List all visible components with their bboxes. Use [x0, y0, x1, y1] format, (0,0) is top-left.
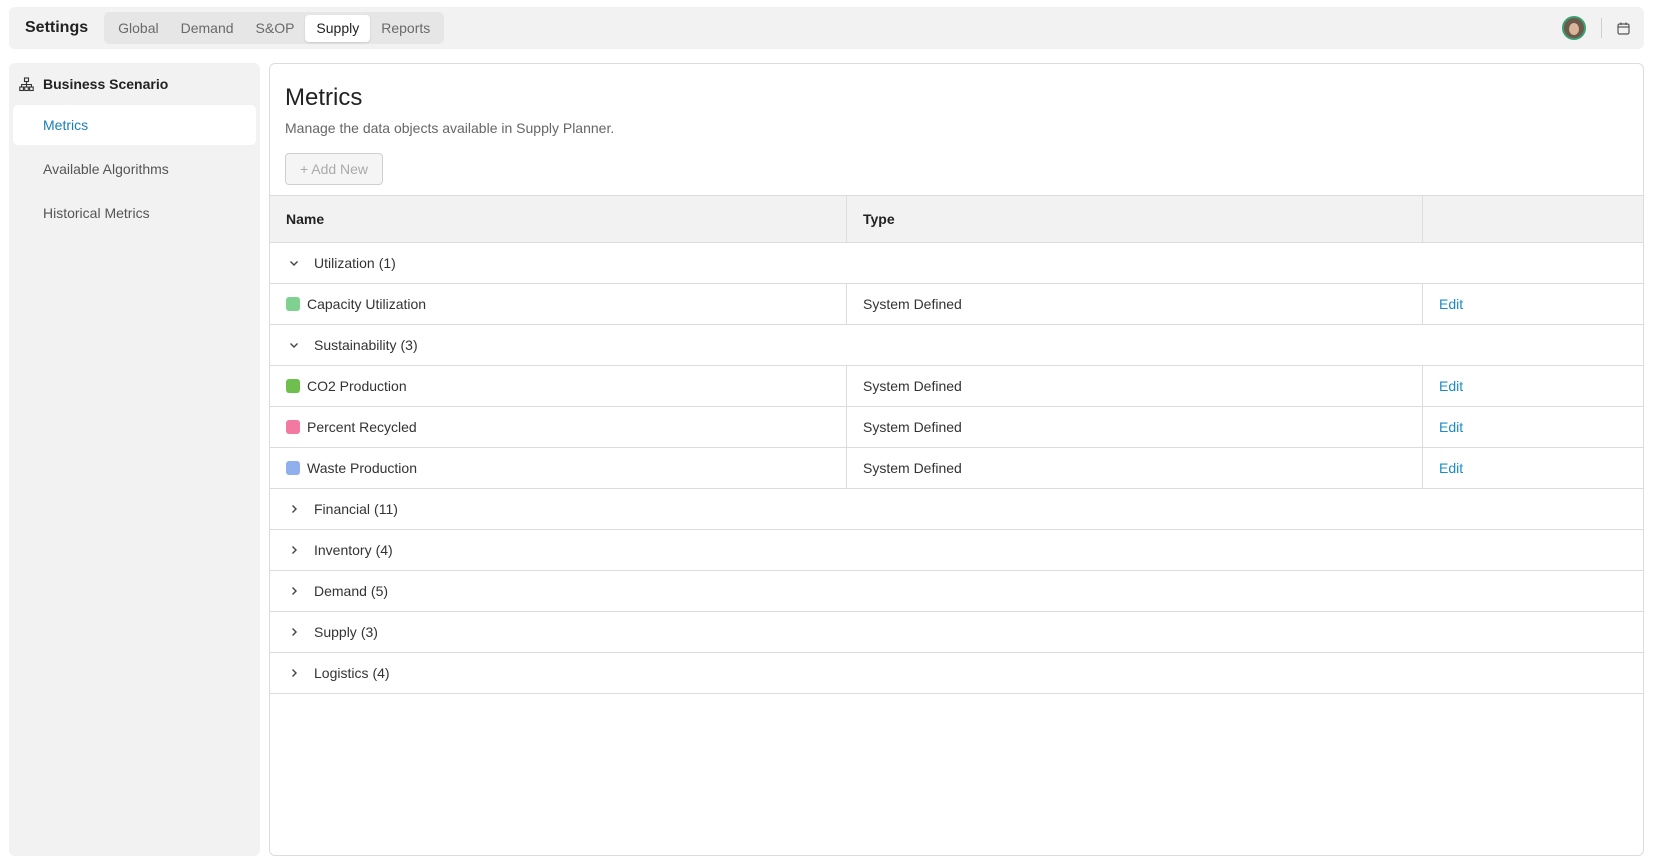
metric-type: System Defined	[847, 448, 1423, 488]
group-name: Supply	[314, 624, 357, 640]
chevron-right-icon[interactable]	[286, 583, 302, 599]
metric-name: Percent Recycled	[307, 419, 417, 435]
tab-supply[interactable]: Supply	[305, 14, 371, 42]
group-row-utilization[interactable]: Utilization (1)	[270, 243, 1643, 284]
calendar-icon[interactable]	[1616, 21, 1630, 35]
group-row-inventory[interactable]: Inventory (4)	[270, 530, 1643, 571]
actions-cell: Edit	[1423, 366, 1643, 406]
app-title: Settings	[25, 19, 89, 36]
add-new-button[interactable]: + Add New	[285, 153, 383, 185]
tab-reports[interactable]: Reports	[370, 15, 441, 42]
group-row-financial[interactable]: Financial (11)	[270, 489, 1643, 530]
edit-link[interactable]: Edit	[1439, 419, 1463, 435]
divider	[1601, 18, 1602, 38]
group-count: (3)	[400, 337, 418, 353]
avatar-face-icon	[1569, 23, 1579, 35]
metric-name: Capacity Utilization	[307, 296, 427, 312]
sidebar-item-historical-metrics[interactable]: Historical Metrics	[13, 193, 256, 233]
group-name: Financial	[314, 501, 371, 517]
chevron-down-icon[interactable]	[286, 255, 302, 271]
topbar-actions	[1562, 7, 1630, 49]
column-header-actions	[1423, 196, 1643, 242]
table-row: Waste Production System Defined Edit	[270, 448, 1643, 489]
metric-type: System Defined	[847, 284, 1423, 324]
group-count: (1)	[378, 255, 396, 271]
hierarchy-icon	[19, 76, 35, 92]
sidebar: Business Scenario Metrics Available Algo…	[9, 63, 260, 856]
group-name: Inventory	[314, 542, 372, 558]
metric-name: CO2 Production	[307, 378, 407, 394]
sidebar-section-business-scenario: Business Scenario	[9, 63, 260, 105]
group-count: (4)	[372, 665, 390, 681]
group-count: (5)	[370, 583, 389, 599]
chevron-right-icon[interactable]	[286, 542, 302, 558]
group-name: Logistics	[314, 665, 369, 681]
table-row: Capacity Utilization System Defined Edit	[270, 284, 1643, 325]
chevron-right-icon[interactable]	[286, 665, 302, 681]
table-body: Utilization (1) Capacity Utilization System…	[270, 243, 1643, 694]
sidebar-section-label: Business Scenario	[43, 76, 169, 92]
metric-type: System Defined	[847, 366, 1423, 406]
main-panel: Metrics Manage the data objects availabl…	[269, 63, 1644, 856]
tab-global[interactable]: Global	[107, 15, 169, 42]
color-swatch	[286, 379, 300, 393]
table-row: CO2 Production System Defined Edit	[270, 366, 1643, 407]
color-swatch	[286, 420, 300, 434]
actions-cell: Edit	[1423, 284, 1643, 324]
edit-link[interactable]: Edit	[1439, 460, 1463, 476]
sidebar-item-available-algorithms[interactable]: Available Algorithms	[13, 149, 256, 189]
sidebar-item-metrics[interactable]: Metrics	[13, 105, 256, 145]
chevron-down-icon[interactable]	[286, 337, 302, 353]
column-header-name[interactable]: Name	[270, 196, 847, 242]
tab-sop[interactable]: S&OP	[245, 15, 306, 42]
table-row: Percent Recycled System Defined Edit	[270, 407, 1643, 448]
chevron-right-icon[interactable]	[286, 501, 302, 517]
top-bar: Settings Global Demand S&OP Supply Repor…	[9, 7, 1644, 49]
color-swatch	[286, 297, 300, 311]
table-header: Name Type	[270, 195, 1643, 243]
color-swatch	[286, 461, 300, 475]
page-title: Metrics	[285, 84, 363, 111]
page-subtitle: Manage the data objects available in Sup…	[285, 120, 615, 136]
tab-demand[interactable]: Demand	[170, 15, 245, 42]
edit-link[interactable]: Edit	[1439, 296, 1463, 312]
metric-name-cell: Percent Recycled	[270, 407, 847, 447]
group-count: (4)	[375, 542, 393, 558]
metric-name-cell: Capacity Utilization	[270, 284, 847, 324]
metric-name-cell: CO2 Production	[270, 366, 847, 406]
metric-type: System Defined	[847, 407, 1423, 447]
avatar[interactable]	[1562, 16, 1586, 40]
edit-link[interactable]: Edit	[1439, 378, 1463, 394]
group-name: Demand	[314, 583, 367, 599]
group-row-supply[interactable]: Supply (3)	[270, 612, 1643, 653]
metric-name-cell: Waste Production	[270, 448, 847, 488]
group-row-logistics[interactable]: Logistics (4)	[270, 653, 1643, 694]
group-count: (11)	[374, 501, 398, 517]
group-row-demand[interactable]: Demand (5)	[270, 571, 1643, 612]
column-header-type[interactable]: Type	[847, 196, 1423, 242]
metrics-table: Name Type Utilization (1) Capacity Utiliza…	[270, 195, 1643, 694]
chevron-right-icon[interactable]	[286, 624, 302, 640]
group-row-sustainability[interactable]: Sustainability (3)	[270, 325, 1643, 366]
group-name: Utilization	[314, 255, 375, 271]
actions-cell: Edit	[1423, 407, 1643, 447]
actions-cell: Edit	[1423, 448, 1643, 488]
group-count: (3)	[360, 624, 378, 640]
group-name: Sustainability	[314, 337, 397, 353]
top-tabs: Global Demand S&OP Supply Reports	[104, 12, 445, 44]
metric-name: Waste Production	[307, 460, 417, 476]
